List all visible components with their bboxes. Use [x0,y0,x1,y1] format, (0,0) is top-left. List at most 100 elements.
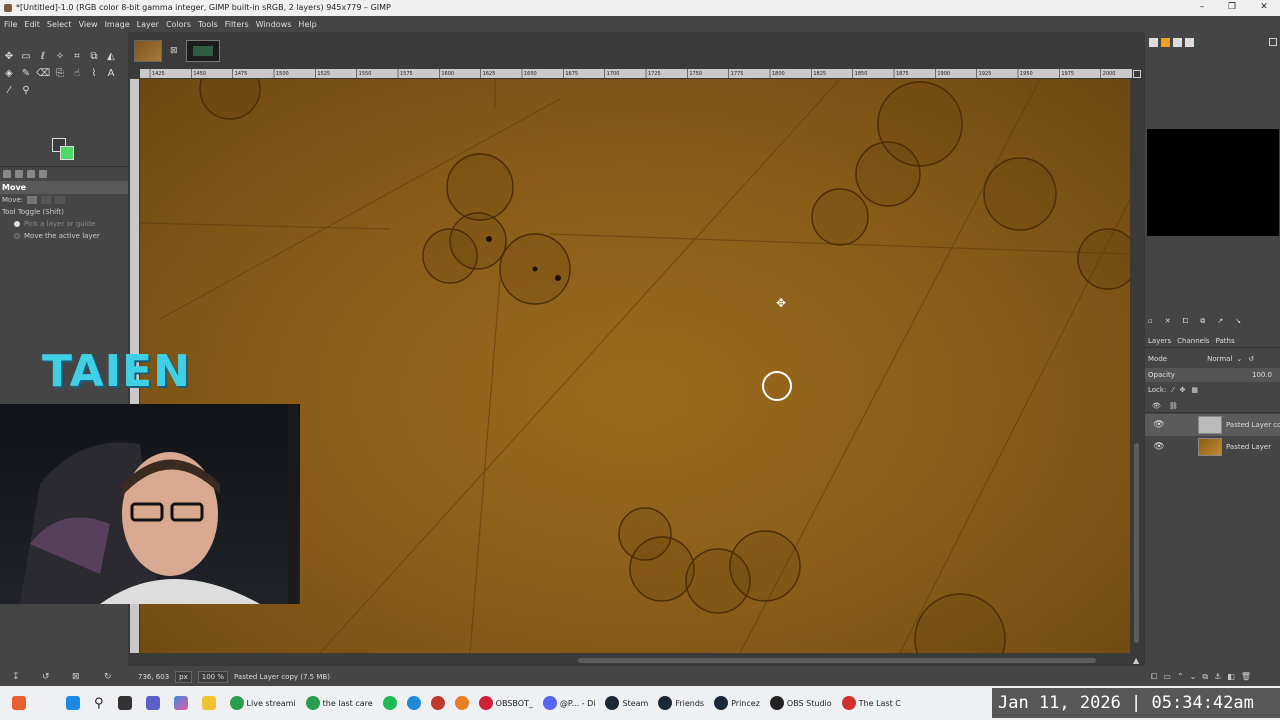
taskbar-item[interactable]: The Last C [841,696,901,710]
menu-select[interactable]: Select [47,20,72,29]
teams-icon[interactable] [145,696,160,710]
vertical-scrollbar[interactable] [1132,79,1141,653]
dock-action-icon-4[interactable]: ⧉ [1200,317,1205,326]
new-group-icon[interactable]: ▭ [1163,672,1171,686]
dock-action-icon-6[interactable]: ↘ [1235,317,1241,325]
opacity-row[interactable]: Opacity 100.0 [1145,368,1280,382]
maximize-button[interactable]: ❐ [1216,0,1248,16]
taskbar-item[interactable] [406,696,421,710]
option-pick-layer[interactable]: Pick a layer or guide [0,218,128,230]
zoom-select[interactable]: 100 % [197,671,229,683]
paintbrush-icon[interactable]: ✎ [19,67,33,81]
layer-item[interactable]: 👁 Pasted Layer copy [1145,414,1280,436]
taskbar-item[interactable]: Princez [714,696,760,710]
menu-edit[interactable]: Edit [24,20,40,29]
bucket-fill-icon[interactable]: ◈ [2,67,16,81]
copilot-icon[interactable] [173,696,188,710]
move-layer-icon[interactable] [27,196,38,204]
zoom-icon[interactable]: ⚲ [19,84,33,98]
device-status-tab-icon[interactable] [39,170,47,178]
vertical-scroll-thumb[interactable] [1134,443,1139,643]
layer-name[interactable]: Pasted Layer [1226,443,1271,451]
images-tab-icon[interactable] [27,170,35,178]
taskbar-item[interactable]: @P... - Di [542,696,595,710]
eraser-icon[interactable]: ⌫ [36,67,50,81]
search-icon[interactable]: ⚲ [94,696,104,711]
menu-filters[interactable]: Filters [225,20,249,29]
lower-layer-icon[interactable]: ⌄ [1190,672,1197,686]
document-history-tab-icon[interactable] [1185,38,1194,47]
smudge-icon[interactable]: ☝ [70,67,84,81]
taskbar-item[interactable] [430,696,445,710]
undo-history-tab-icon[interactable] [15,170,23,178]
minimize-button[interactable]: – [1186,0,1218,16]
delete-layer-icon[interactable]: 🗑 [1241,672,1251,686]
move-tool-icon[interactable]: ✥ [2,50,16,64]
taskbar-item[interactable]: Live streami [229,696,296,710]
mode-select[interactable]: Normal [1207,355,1232,363]
reset-icon[interactable]: ↧ [12,672,20,682]
tab-channels[interactable]: Channels [1177,337,1209,345]
transform-icon[interactable]: ⧉ [87,50,101,64]
file-explorer-icon[interactable] [201,696,216,710]
image-tab-thumbnail-2[interactable] [185,40,220,62]
dock-action-icon-3[interactable]: ⧠ [1183,317,1189,326]
duplicate-layer-icon[interactable]: ⧉ [1202,672,1208,686]
reset-defaults-icon[interactable]: ↻ [104,672,112,682]
new-layer-icon[interactable]: ⧠ [1151,672,1157,686]
menu-file[interactable]: File [4,20,17,29]
taskbar-item[interactable]: OBS Studio [769,696,832,710]
fonts-tab-icon[interactable] [1173,38,1182,47]
radio-pick-layer[interactable] [14,221,20,227]
text-tool-icon[interactable]: A [104,67,118,81]
delete-icon[interactable]: ⊠ [72,672,80,682]
taskbar-item[interactable] [454,696,469,710]
raise-layer-icon[interactable]: ⌃ [1177,672,1184,686]
move-selection-icon[interactable] [41,196,52,204]
close-tab-icon[interactable]: ⊠ [170,46,178,56]
clone-icon[interactable]: ⎘ [53,67,67,81]
fuzzy-select-icon[interactable]: ✧ [53,50,67,64]
dock-menu-icon[interactable] [1269,38,1277,46]
tab-layers[interactable]: Layers [1148,337,1171,345]
patterns-tab-icon[interactable] [1161,38,1170,47]
layer-item[interactable]: 👁 Pasted Layer [1145,436,1280,458]
mask-icon[interactable]: ◧ [1227,672,1235,686]
menu-tools[interactable]: Tools [198,20,218,29]
close-button[interactable]: ✕ [1248,0,1280,16]
dock-action-icon-1[interactable]: ▫ [1148,317,1153,325]
horizontal-scroll-thumb[interactable] [578,658,1096,663]
menu-layer[interactable]: Layer [137,20,159,29]
lasso-icon[interactable]: ℓ [36,50,50,64]
move-path-icon[interactable] [55,196,66,204]
mode-reset-icon[interactable]: ↺ [1248,355,1254,363]
horizontal-scrollbar[interactable] [140,656,1132,664]
rect-select-icon[interactable]: ▭ [19,50,33,64]
menu-image[interactable]: Image [105,20,130,29]
path-icon[interactable]: ⌇ [87,67,101,81]
layer-name[interactable]: Pasted Layer copy [1226,421,1280,429]
dock-action-icon-2[interactable]: ✕ [1165,317,1171,325]
lock-pixels-icon[interactable]: ⁄ [1172,386,1173,394]
menu-view[interactable]: View [79,20,98,29]
task-view-icon[interactable] [117,696,132,710]
image-tab-thumbnail[interactable] [134,40,162,62]
option-move-active[interactable]: Move the active layer [0,230,128,242]
taskbar-item[interactable]: Friends [658,696,704,710]
opacity-value[interactable]: 100.0 [1252,371,1272,379]
menu-help[interactable]: Help [298,20,316,29]
lock-alpha-icon[interactable]: ▦ [1191,386,1198,394]
warp-icon[interactable]: ◭ [104,50,118,64]
chevron-down-icon[interactable]: ⌄ [1236,355,1242,363]
menu-colors[interactable]: Colors [166,20,191,29]
tool-options-tab-icon[interactable] [3,170,11,178]
unit-select[interactable]: px [175,671,192,683]
color-picker-icon[interactable]: ⁄ [2,84,16,98]
zoom-fit-icon[interactable] [1133,70,1141,78]
navigate-icon[interactable]: ▲ [1133,656,1139,665]
anchor-layer-icon[interactable]: ⚓ [1214,672,1221,686]
radio-move-active[interactable] [14,233,20,239]
lock-position-icon[interactable]: ✥ [1180,386,1186,394]
background-color-swatch[interactable] [60,146,74,160]
windows-start-icon[interactable] [66,696,80,710]
